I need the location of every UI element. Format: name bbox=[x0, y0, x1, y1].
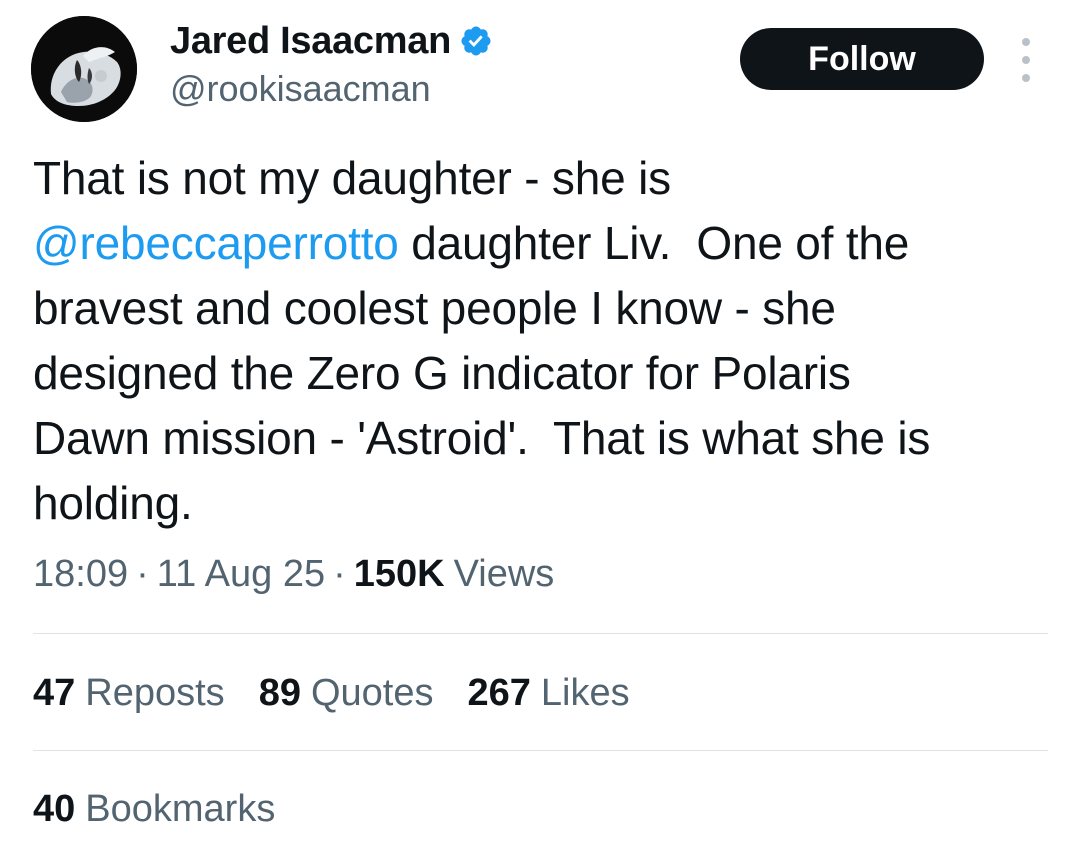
views-label[interactable]: Views bbox=[454, 553, 555, 596]
engagement-stats: 47 Reposts 89 Quotes 267 Likes bbox=[33, 672, 664, 715]
author-name-row: Jared Isaacman bbox=[170, 18, 493, 64]
mention-link[interactable]: @rebeccaperrotto bbox=[33, 217, 399, 269]
tweet-line: @rebeccaperrotto daughter Liv. One of th… bbox=[33, 211, 1053, 276]
author-handle[interactable]: @rookisaacman bbox=[170, 68, 431, 110]
tweet-time[interactable]: 18:09 bbox=[33, 553, 128, 596]
quotes-count: 89 bbox=[258, 672, 301, 714]
tweet-line: bravest and coolest people I know - she bbox=[33, 282, 836, 334]
quotes-label: Quotes bbox=[310, 672, 434, 714]
more-dot bbox=[1022, 74, 1030, 82]
bookmarks-stat[interactable]: 40 Bookmarks bbox=[33, 788, 275, 831]
author-name[interactable]: Jared Isaacman bbox=[170, 20, 451, 63]
more-dot bbox=[1022, 56, 1030, 64]
tweet-date[interactable]: 11 Aug 25 bbox=[157, 553, 325, 596]
tweet-header: Jared Isaacman @rookisaacman Follow bbox=[0, 0, 1080, 130]
quotes-stat[interactable]: 89 Quotes bbox=[259, 672, 434, 715]
more-dot bbox=[1022, 38, 1030, 46]
avatar-image bbox=[31, 16, 137, 122]
reposts-label: Reposts bbox=[85, 672, 225, 714]
tweet-line: Dawn mission - 'Astroid'. That is what s… bbox=[33, 412, 931, 464]
likes-label: Likes bbox=[540, 672, 630, 714]
tweet-line: designed the Zero G indicator for Polari… bbox=[33, 347, 851, 399]
tweet-text: That is not my daughter - she is @rebecc… bbox=[33, 146, 1053, 536]
tweet-meta: 18:09 · 11 Aug 25 · 150K Views bbox=[33, 553, 554, 596]
verified-badge-icon[interactable] bbox=[459, 24, 493, 58]
reposts-stat[interactable]: 47 Reposts bbox=[33, 672, 225, 715]
more-options-icon[interactable] bbox=[1012, 38, 1040, 82]
tweet-line: holding. bbox=[33, 477, 193, 529]
meta-separator: · bbox=[136, 553, 149, 595]
likes-count: 267 bbox=[467, 672, 531, 714]
avatar[interactable] bbox=[31, 16, 137, 122]
likes-stat[interactable]: 267 Likes bbox=[468, 672, 630, 715]
tweet-line: That is not my daughter - she is bbox=[33, 152, 671, 204]
views-count[interactable]: 150K bbox=[354, 553, 445, 596]
bookmarks-label: Bookmarks bbox=[85, 788, 276, 830]
reposts-count: 47 bbox=[33, 672, 76, 714]
bookmarks-group: 40 Bookmarks bbox=[33, 788, 275, 831]
divider bbox=[33, 633, 1048, 634]
follow-button[interactable]: Follow bbox=[740, 28, 984, 90]
tweet-line-text: daughter Liv. One of the bbox=[398, 217, 910, 269]
bookmarks-count: 40 bbox=[33, 788, 76, 830]
divider bbox=[33, 750, 1048, 751]
meta-separator: · bbox=[333, 553, 346, 595]
